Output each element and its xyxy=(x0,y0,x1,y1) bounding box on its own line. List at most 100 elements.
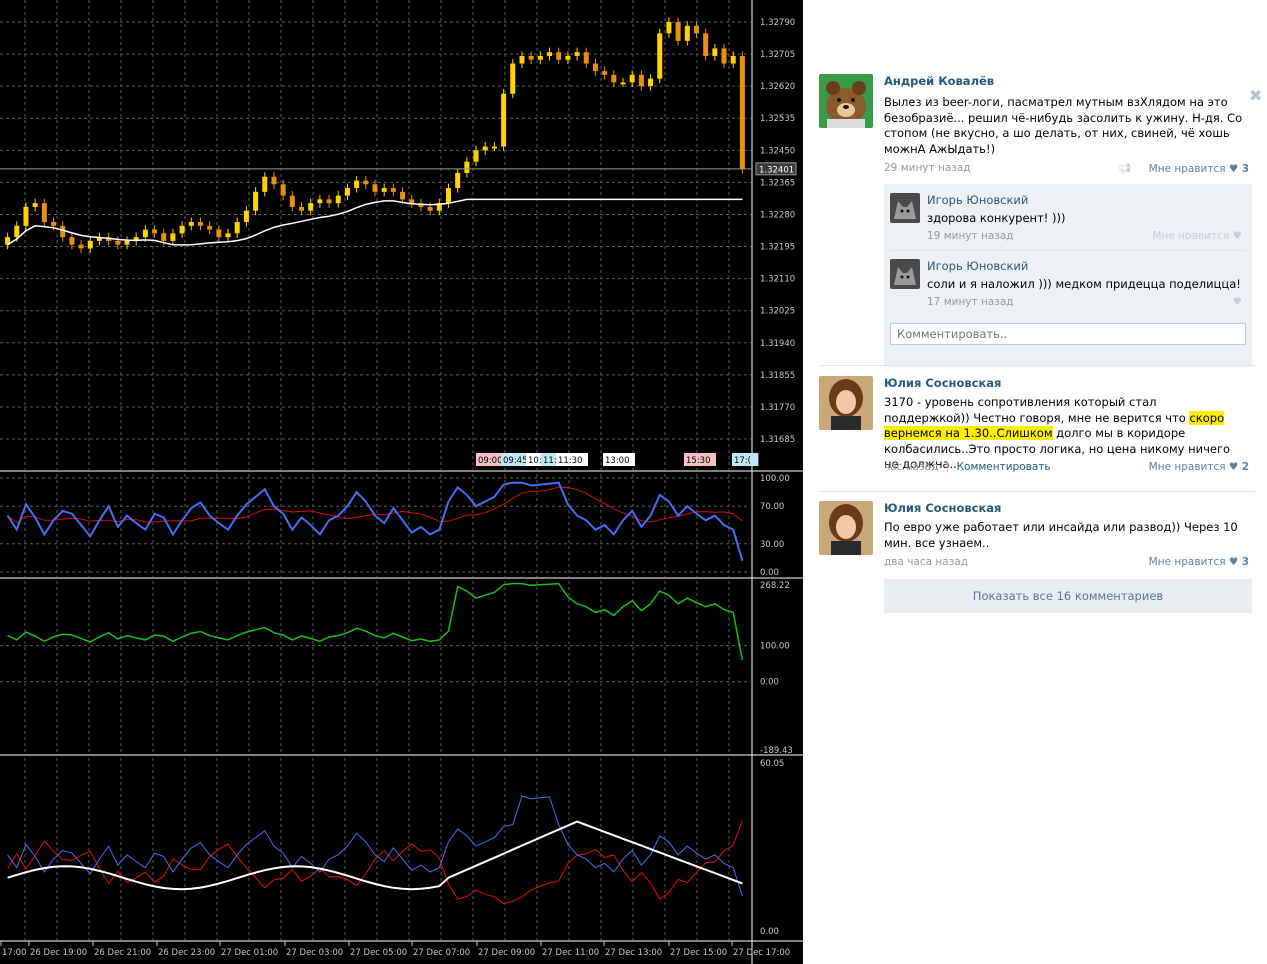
time-marker-label: 10: xyxy=(528,456,542,466)
reply-author[interactable]: Игорь Юновский xyxy=(927,259,1028,273)
candle-body xyxy=(363,180,369,185)
heart-icon: ♥ xyxy=(1232,230,1242,242)
candle-body xyxy=(491,146,497,149)
megaphone-icon[interactable]: 📢︎ xyxy=(1118,163,1131,175)
time-marker-label: 09:45 xyxy=(503,456,528,466)
comment-input[interactable]: Комментировать.. xyxy=(890,323,1246,345)
forex-chart-panel[interactable]: 1.32790 1.32705 1.32620 1.32535 1.32450 1.323… xyxy=(0,0,803,964)
comment-link[interactable]: Комментировать xyxy=(957,461,1051,473)
like-count: 2 xyxy=(1241,461,1249,473)
like-label: Мне нравится xyxy=(1148,163,1226,175)
heart-icon: ♥ xyxy=(1228,461,1239,473)
post-author[interactable]: Андрей Ковалёв xyxy=(884,74,994,88)
candle-body xyxy=(693,25,699,34)
replies-block: Игорь Юновский здорова конкурент! ))) 19… xyxy=(884,184,1252,366)
comments-feed: Андрей Ковалёв Вылез из beer-логи, пасма… xyxy=(807,60,1267,964)
time-tick-label: 27 Dec 01:00 xyxy=(221,948,278,958)
price-chart-svg[interactable]: 1.32790 1.32705 1.32620 1.32535 1.32450 1.323… xyxy=(0,0,803,964)
post-text-part: 3170 - уровень сопротивления который ста… xyxy=(884,395,1190,425)
candle-body xyxy=(188,222,194,226)
bear-avatar-icon xyxy=(819,74,873,128)
reply-text: здорова конкурент! ))) xyxy=(927,211,1066,225)
time-tick-label: 26 Dec 21:00 xyxy=(94,948,151,958)
candle-body xyxy=(308,203,314,211)
candle-body xyxy=(271,176,277,185)
show-all-comments-button[interactable]: Показать все 16 комментариев xyxy=(884,579,1252,613)
candle-body xyxy=(657,33,663,79)
like-button[interactable]: 📢︎ Мне нравится ♥ 3 xyxy=(1118,162,1249,175)
candle-body xyxy=(638,74,644,87)
candle-body xyxy=(666,22,672,34)
price-tick-label: 1.32450 xyxy=(760,146,795,156)
woman-avatar-icon xyxy=(819,376,873,430)
candle-body xyxy=(41,203,47,223)
rsi-tick-label: 0.00 xyxy=(760,568,779,578)
candle-body xyxy=(253,191,259,211)
heart-icon: ♥ xyxy=(1228,556,1239,568)
post-sosnovskaya-1: Юлия Сосновская 3170 - уровень сопротивл… xyxy=(819,376,1255,486)
candle-body xyxy=(23,206,29,226)
candle-body xyxy=(225,233,231,238)
time-tick-label: 26 Dec 19:00 xyxy=(30,948,87,958)
cci-line xyxy=(7,582,744,661)
reply-author[interactable]: Игорь Юновский xyxy=(927,193,1028,207)
time-tick-label: 27 Dec 05:00 xyxy=(350,948,407,958)
avatar[interactable] xyxy=(890,259,920,289)
price-tick-label: 1.31685 xyxy=(760,435,795,445)
candle-body xyxy=(152,229,158,234)
like-button[interactable]: Мне нравится ♥ 3 xyxy=(1149,556,1249,568)
price-tick-label: 1.32195 xyxy=(760,243,795,253)
candle-body xyxy=(51,222,57,226)
heart-icon[interactable]: ♥ xyxy=(1233,296,1242,308)
candle-body xyxy=(207,225,213,230)
meta-separator: | xyxy=(945,461,950,473)
post-time[interactable]: час назад xyxy=(884,461,938,473)
time-tick-label: 27 Dec 03:00 xyxy=(286,948,343,958)
reply-text: соли и я наложил ))) медком придецца под… xyxy=(927,277,1241,291)
post-text: По евро уже работает или инсайда или раз… xyxy=(884,520,1238,550)
avatar[interactable] xyxy=(819,376,873,430)
candle-body xyxy=(400,191,406,200)
candle-body xyxy=(583,52,589,64)
rsi-tick-label: 30.00 xyxy=(760,540,784,550)
like-button[interactable]: Мне нравится ♥ 2 xyxy=(1149,461,1249,473)
rsi-signal-line xyxy=(7,486,743,524)
time-marker-label: 17:( xyxy=(734,456,751,466)
post-author[interactable]: Юлия Сосновская xyxy=(884,376,1001,390)
candle-body xyxy=(69,237,75,245)
post-author[interactable]: Юлия Сосновская xyxy=(884,501,1001,515)
time-tick-label: 26 Dec 23:00 xyxy=(158,948,215,958)
candle-body xyxy=(87,240,93,249)
candle-body xyxy=(482,146,488,151)
reply-time[interactable]: 17 минут назад xyxy=(927,296,1014,308)
adx-tick-label: 60.05 xyxy=(760,759,784,769)
post-time[interactable]: два часа назад xyxy=(884,556,968,568)
candle-body xyxy=(32,203,38,207)
close-icon[interactable]: ✖ xyxy=(1249,86,1262,105)
candle-body xyxy=(602,71,608,75)
candle-body xyxy=(519,55,525,64)
candle-body xyxy=(299,206,305,211)
candle-body xyxy=(354,180,360,189)
candle-body xyxy=(445,188,451,204)
candle-body xyxy=(721,48,727,64)
reply-time[interactable]: 19 минут назад xyxy=(927,230,1014,242)
candle-body xyxy=(464,161,470,173)
time-tick-label: 17:00 xyxy=(2,948,27,958)
avatar[interactable] xyxy=(819,74,873,128)
candle-body xyxy=(280,184,286,196)
avatar[interactable] xyxy=(819,501,873,555)
candle-body xyxy=(234,222,240,234)
price-tick-label: 1.32280 xyxy=(760,210,795,220)
like-label: Мне нравится xyxy=(1152,230,1230,242)
like-label: Мне нравится xyxy=(1148,556,1226,568)
candle-body xyxy=(712,48,718,56)
reply-like-button[interactable]: Мне нравится ♥ xyxy=(1152,230,1242,242)
post-kovalev: Андрей Ковалёв Вылез из beer-логи, пасма… xyxy=(819,74,1262,366)
post-text: Вылез из beer-логи, пасматрел мутным взХ… xyxy=(884,95,1243,156)
avatar[interactable] xyxy=(890,193,920,223)
time-tick-label: 27 Dec 07:00 xyxy=(413,948,470,958)
candle-body xyxy=(611,74,617,83)
post-time[interactable]: 29 минут назад xyxy=(884,162,971,174)
price-tick-label: 1.32620 xyxy=(760,82,795,92)
